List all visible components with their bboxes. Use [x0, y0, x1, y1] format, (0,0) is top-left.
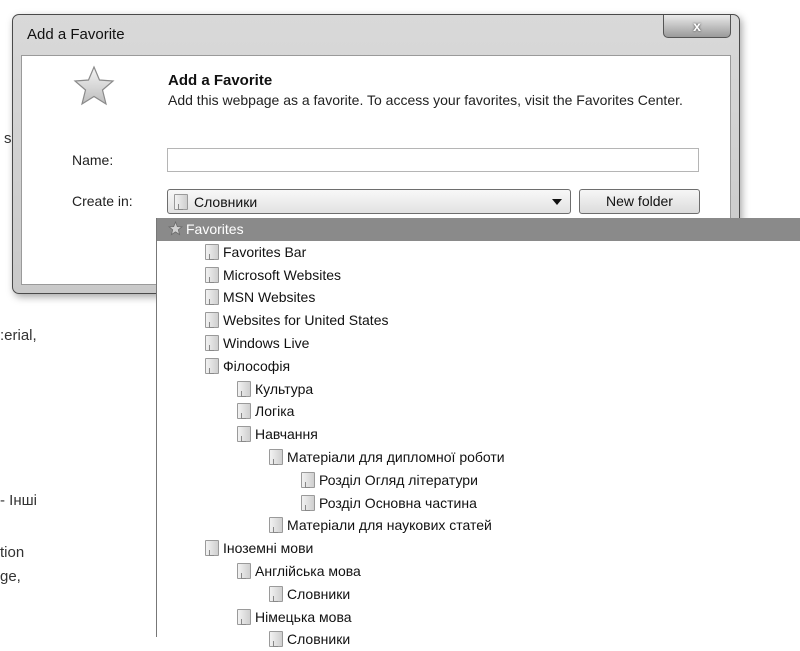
- tree-item[interactable]: Microsoft Websites: [157, 264, 800, 287]
- folder-icon: [205, 357, 219, 374]
- name-input[interactable]: [167, 148, 699, 172]
- tree-item[interactable]: Навчання: [157, 423, 800, 446]
- tree-item-label: Websites for United States: [223, 312, 389, 329]
- folder-icon: [205, 335, 219, 351]
- dialog-title: Add a Favorite: [27, 26, 125, 43]
- tree-item-label: Microsoft Websites: [223, 266, 341, 283]
- tree-item[interactable]: Websites for United States: [157, 309, 800, 332]
- tree-item-label: Розділ Основна частина: [319, 494, 477, 511]
- folder-icon: [205, 289, 219, 306]
- folder-icon: [205, 266, 219, 283]
- background-text-erial: :erial,: [0, 327, 37, 344]
- tree-item-label: Словники: [287, 631, 351, 648]
- star-icon: [168, 221, 183, 236]
- folder-icon: [237, 563, 251, 579]
- tree-item[interactable]: Словники: [157, 628, 800, 651]
- create-in-select[interactable]: Словники: [167, 189, 571, 214]
- folder-icon: [237, 426, 251, 443]
- tree-item[interactable]: Культура: [157, 378, 800, 401]
- folder-icon: [269, 585, 283, 602]
- folder-icon: [237, 608, 251, 625]
- background-text-tion: tion: [0, 544, 25, 561]
- folder-tree-dropdown: Favorites Favorites Bar Microsoft Websites…: [156, 218, 800, 648]
- tree-item-label: MSN Websites: [223, 289, 316, 306]
- tree-item[interactable]: Словники: [157, 583, 800, 606]
- tree-item[interactable]: Favorites Bar: [157, 241, 800, 264]
- close-icon: x: [693, 18, 701, 34]
- tree-item-label: Матеріали для дипломної роботи: [287, 449, 505, 465]
- header-description: Add this webpage as a favorite. To acces…: [168, 92, 683, 108]
- folder-icon: [205, 312, 219, 329]
- dialog-titlebar[interactable]: Add a Favorite x: [13, 15, 739, 55]
- chevron-down-icon: [552, 199, 562, 205]
- create-in-label: Create in:: [72, 193, 133, 209]
- tree-item-label: Словники: [287, 585, 351, 602]
- tree-item[interactable]: Розділ Основна частина: [157, 492, 800, 515]
- tree-item-label: Матеріали для наукових статей: [287, 517, 492, 534]
- tree-item-label: Культура: [255, 380, 314, 397]
- background-text-inshi: - Інші: [0, 492, 37, 509]
- tree-item[interactable]: Англійська мова: [157, 560, 800, 583]
- close-button[interactable]: x: [663, 15, 731, 38]
- tree-item[interactable]: Логіка: [157, 400, 800, 423]
- tree-item-label: Favorites Bar: [223, 243, 307, 260]
- tree-item[interactable]: Розділ Огляд літератури: [157, 469, 800, 492]
- tree-item-label: Favorites: [186, 221, 244, 237]
- tree-item-label: Іноземні мови: [223, 540, 314, 557]
- tree-item-label: Розділ Огляд літератури: [319, 471, 478, 488]
- tree-item[interactable]: Філософія: [157, 355, 800, 378]
- new-folder-button[interactable]: New folder: [579, 189, 700, 214]
- tree-item-label: Навчання: [255, 426, 318, 443]
- tree-item[interactable]: Favorites: [157, 218, 800, 241]
- background-text-s: s: [4, 130, 12, 147]
- tree-item[interactable]: Матеріали для дипломної роботи: [157, 446, 800, 469]
- tree-item-label: Логіка: [255, 403, 295, 420]
- tree-item[interactable]: Іноземні мови: [157, 537, 800, 560]
- folder-icon: [205, 540, 219, 557]
- tree-item-label: Філософія: [223, 357, 291, 374]
- folder-icon: [269, 517, 283, 534]
- folder-icon: [237, 403, 251, 420]
- tree-item[interactable]: Матеріали для наукових статей: [157, 514, 800, 537]
- header-title: Add a Favorite: [168, 72, 273, 89]
- folder-icon: [237, 380, 251, 397]
- background-text-ge: ge,: [0, 568, 21, 585]
- create-in-value: Словники: [194, 194, 258, 210]
- folder-icon: [205, 243, 219, 260]
- tree-item-label: Німецька мова: [255, 608, 352, 625]
- tree-item[interactable]: MSN Websites: [157, 286, 800, 309]
- folder-icon: [301, 494, 315, 511]
- name-label: Name:: [72, 152, 114, 168]
- folder-icon: [269, 631, 283, 648]
- folder-icon: [301, 471, 315, 488]
- tree-item-label: Windows Live: [223, 335, 310, 351]
- tree-item-label: Англійська мова: [255, 563, 361, 579]
- tree-item[interactable]: Німецька мова: [157, 606, 800, 629]
- folder-icon: [269, 449, 283, 465]
- tree-item[interactable]: Windows Live: [157, 332, 800, 355]
- folder-icon: [174, 194, 188, 210]
- favorite-star-icon: [73, 65, 115, 106]
